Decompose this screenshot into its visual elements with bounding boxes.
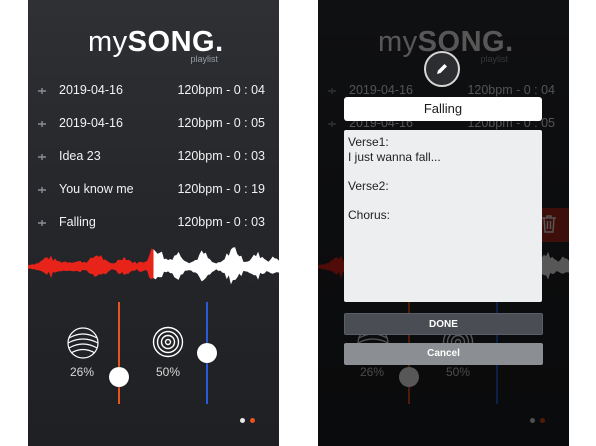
- pin-icon: [38, 88, 46, 94]
- song-title: You know me: [59, 182, 134, 196]
- song-meta: 120bpm - 0 : 19: [177, 182, 265, 196]
- song-meta: 120bpm - 0 : 04: [177, 83, 265, 97]
- pencil-icon: [437, 64, 447, 74]
- cancel-button[interactable]: Cancel: [344, 343, 543, 365]
- reverb-slider-thumb[interactable]: [109, 367, 129, 388]
- echo-slider-thumb[interactable]: [197, 343, 217, 363]
- reverb-percent: 26%: [70, 365, 95, 379]
- app-logo: mySONG. playlist: [88, 26, 228, 66]
- song-title: Falling: [59, 215, 96, 229]
- song-title: 2019-04-16: [59, 116, 123, 130]
- song-meta: 120bpm - 0 : 03: [177, 215, 265, 229]
- pager-dot-inactive[interactable]: [240, 418, 245, 423]
- waveform-remaining: [153, 247, 279, 285]
- song-row[interactable]: 2019-04-16 120bpm - 0 : 04: [28, 77, 279, 105]
- reverb-knob-icon[interactable]: [66, 326, 100, 360]
- pin-icon: [38, 121, 46, 127]
- playlist-screen: mySONG. playlist 2019-04-16 120bpm - 0 :…: [28, 0, 279, 446]
- song-title: Idea 23: [59, 149, 101, 163]
- song-title: 2019-04-16: [59, 83, 123, 97]
- song-row[interactable]: Falling 120bpm - 0 : 03: [28, 209, 279, 237]
- pin-icon: [38, 220, 46, 226]
- pager-dot-active[interactable]: [250, 418, 255, 423]
- song-meta: 120bpm - 0 : 03: [177, 149, 265, 163]
- logo-subtitle: playlist: [190, 54, 218, 64]
- edit-button[interactable]: [424, 51, 460, 87]
- waveform[interactable]: [28, 242, 279, 292]
- edit-screen: mySONG. playlist 2019-04-16 120bpm - 0 :…: [318, 0, 569, 446]
- song-row[interactable]: You know me 120bpm - 0 : 19: [28, 176, 279, 204]
- song-row[interactable]: 2019-04-16 120bpm - 0 : 05: [28, 110, 279, 138]
- echo-knob-icon[interactable]: [152, 326, 184, 358]
- echo-percent: 50%: [156, 365, 181, 379]
- song-title-input[interactable]: Falling: [344, 97, 542, 121]
- song-meta: 120bpm - 0 : 05: [177, 116, 265, 130]
- lyrics-textarea[interactable]: Verse1: I just wanna fall... Verse2: Cho…: [344, 130, 542, 302]
- reverb-slider-track[interactable]: [118, 302, 120, 404]
- logo-my: my: [88, 26, 128, 58]
- pin-icon: [38, 187, 46, 193]
- song-row[interactable]: Idea 23 120bpm - 0 : 03: [28, 143, 279, 171]
- pin-icon: [38, 154, 46, 160]
- waveform-played: [28, 248, 154, 280]
- done-button[interactable]: DONE: [344, 313, 543, 335]
